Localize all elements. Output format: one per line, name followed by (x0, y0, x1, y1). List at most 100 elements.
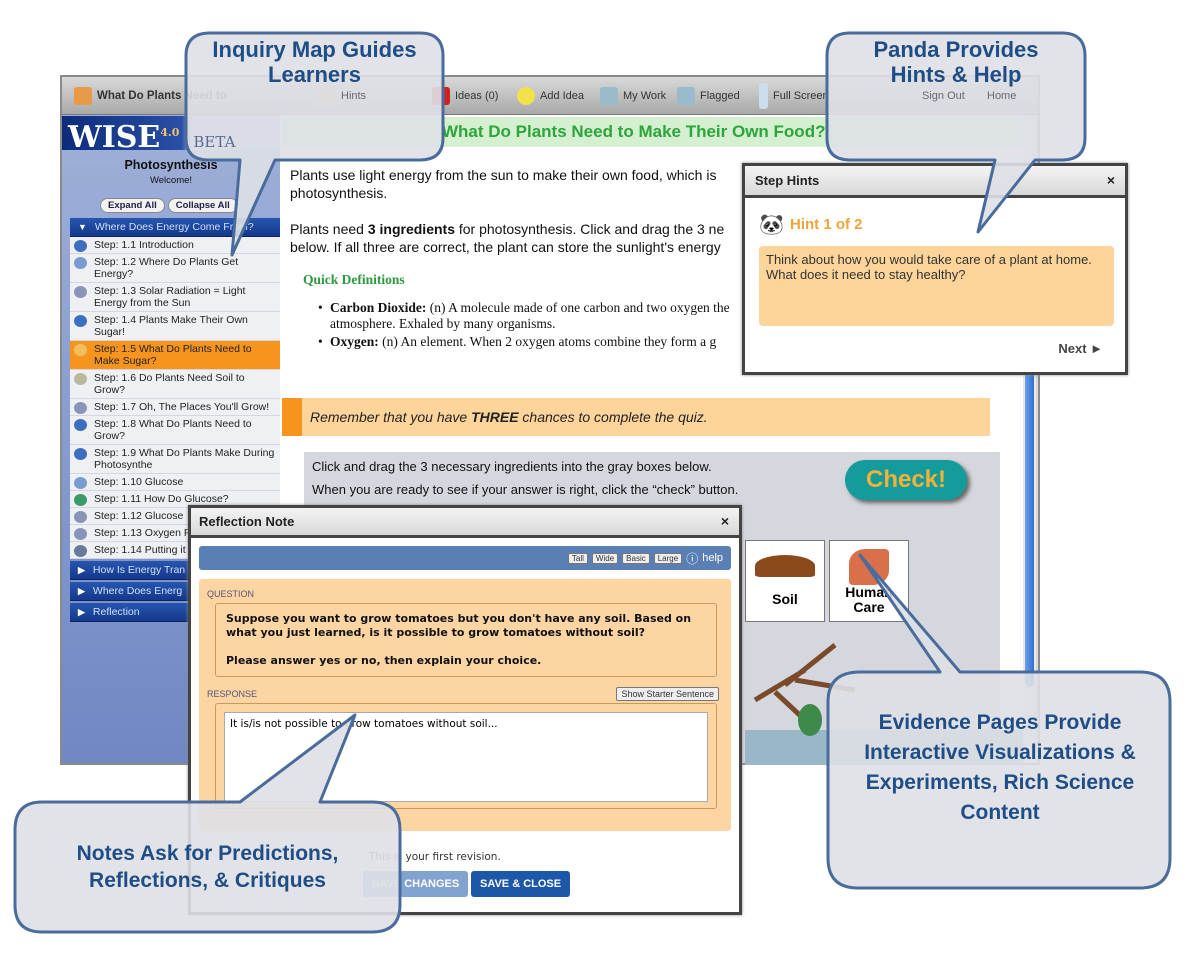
step-label: Step: 1.12 Glucose (94, 510, 184, 522)
ingredient-soil[interactable]: Soil (745, 540, 825, 622)
dialog-title: Reflection Note (199, 514, 295, 529)
save-and-close-button[interactable]: SAVE & CLOSE (471, 871, 571, 897)
step-type-icon (74, 545, 87, 557)
evidence-callout-text: Evidence Pages Provide Interactive Visua… (864, 711, 1136, 824)
project-title: Photosynthesis (124, 158, 218, 172)
step-item[interactable]: Step: 1.10 Glucose (70, 474, 280, 491)
collapsed-triangle-icon: ▶ (78, 565, 85, 575)
step-label: Step: 1.7 Oh, The Places You'll Grow! (94, 401, 270, 413)
step-type-icon (74, 344, 87, 356)
inquiry-callout-text: Inquiry Map Guides Learners (212, 37, 417, 87)
collapse-all-button[interactable]: Collapse All (167, 198, 238, 213)
definition-carbon-dioxide: Carbon Dioxide: (n) A molecule made of o… (318, 300, 760, 332)
expand-all-button[interactable]: Expand All (100, 198, 165, 213)
note-toolbar: Tall Wide Basic Large ⓘ help (199, 546, 731, 570)
step-item[interactable]: Step: 1.2 Where Do Plants Get Energy? (70, 254, 280, 283)
step-item[interactable]: Step: 1.9 What Do Plants Make During Pho… (70, 445, 280, 474)
hint-text: Think about how you would take care of a… (759, 246, 1114, 326)
response-textarea[interactable]: It is/is not possible to grow tomatoes w… (224, 712, 708, 802)
step-label: Step: 1.3 Solar Radiation = Light Energy… (94, 285, 246, 309)
step-label: Step: 1.5 What Do Plants Need to Make Su… (94, 343, 252, 367)
my-work-button[interactable]: My Work (600, 77, 666, 115)
size-basic-button[interactable]: Basic (622, 552, 650, 564)
collapsed-triangle-icon: ▶ (78, 607, 85, 617)
activity-instruction-1: Click and drag the 3 necessary ingredien… (312, 459, 712, 474)
hint-heading: Hint 1 of 2 (790, 216, 863, 233)
show-starter-sentence-button[interactable]: Show Starter Sentence (616, 687, 719, 701)
welcome-text: Welcome! (149, 175, 193, 186)
quiz-reminder: Remember that you have THREE chances to … (282, 398, 990, 436)
dialog-title: Step Hints (755, 173, 820, 188)
documents-icon (600, 87, 618, 105)
response-frame: It is/is not possible to grow tomatoes w… (215, 703, 717, 809)
expanded-triangle-icon: ▼ (78, 222, 87, 232)
response-label: RESPONSE (207, 689, 258, 699)
expand-collapse-group: Expand All Collapse All (100, 198, 238, 213)
size-tall-button[interactable]: Tall (567, 552, 588, 564)
step-label: Step: 1.8 What Do Plants Need to Grow? (94, 418, 252, 442)
step-type-icon (74, 315, 87, 327)
step-item[interactable]: Step: 1.3 Solar Radiation = Light Energy… (70, 283, 280, 312)
documents-icon (677, 87, 695, 105)
add-idea-button[interactable]: Add Idea (517, 77, 584, 115)
activity-label: How Is Energy Tran (92, 564, 186, 576)
step-label: Step: 1.6 Do Plants Need Soil to Grow? (94, 372, 245, 396)
full-screen-button[interactable]: Full Screen (759, 77, 829, 115)
quick-definitions-heading: Quick Definitions (303, 272, 405, 287)
step-item[interactable]: Step: 1.7 Oh, The Places You'll Grow! (70, 399, 280, 416)
question-text: Suppose you want to grow tomatoes but yo… (215, 603, 717, 677)
step-hints-dialog: Step Hints × 🐼 Hint 1 of 2 Think about ho… (742, 163, 1128, 375)
step-type-icon (74, 373, 87, 385)
activity-instruction-2: When you are ready to see if your answer… (312, 482, 739, 497)
next-hint-button[interactable]: Next ► (1058, 341, 1103, 356)
help-icon[interactable]: ⓘ (686, 550, 698, 567)
step-type-icon (74, 257, 87, 269)
trash-icon (432, 87, 450, 105)
step-label: Step: 1.4 Plants Make Their Own Sugar! (94, 314, 248, 338)
panda-callout-text: Panda Provides Hints & Help (873, 37, 1039, 87)
size-wide-button[interactable]: Wide (591, 552, 619, 564)
step-type-icon (74, 402, 87, 414)
step-label: Step: 1.11 How Do Glucose? (94, 493, 229, 505)
fullscreen-icon (759, 83, 768, 109)
step-type-icon (74, 240, 87, 252)
note-panel: QUESTION Suppose you want to grow tomato… (199, 579, 731, 831)
size-large-button[interactable]: Large (653, 552, 683, 564)
step-title: What Do Plants Need to Make Their Own Fo… (282, 117, 1023, 147)
project-icon (74, 87, 92, 105)
flagged-button[interactable]: Flagged (677, 77, 740, 115)
step-item[interactable]: Step: 1.8 What Do Plants Need to Grow? (70, 416, 280, 445)
step-label: Step: 1.10 Glucose (94, 476, 184, 488)
step-type-icon (74, 528, 87, 540)
lightbulb-icon (517, 87, 535, 105)
step-item[interactable]: Step: 1.1 Introduction (70, 237, 280, 254)
help-link[interactable]: help (702, 552, 723, 564)
scrollbar-thumb[interactable] (1025, 367, 1034, 687)
step-type-icon (74, 286, 87, 298)
step-item[interactable]: Step: 1.4 Plants Make Their Own Sugar! (70, 312, 280, 341)
step-item[interactable]: Step: 1.5 What Do Plants Need to Make Su… (70, 341, 280, 370)
activity-header[interactable]: ▼ Where Does Energy Come From? (70, 218, 280, 237)
collapsed-triangle-icon: ▶ (78, 586, 85, 596)
definition-oxygen: Oxygen: (n) An element. When 2 oxygen at… (318, 334, 760, 350)
step-type-icon (74, 511, 87, 523)
notes-callout-text: Notes Ask for Predictions, Reflections, … (76, 842, 339, 892)
soil-icon (755, 555, 815, 577)
step-item[interactable]: Step: 1.6 Do Plants Need Soil to Grow? (70, 370, 280, 399)
instructions-paragraph: Plants need 3 ingredients for photosynth… (290, 221, 725, 255)
step-type-icon (74, 419, 87, 431)
question-label: QUESTION (207, 589, 255, 599)
close-icon[interactable]: × (1107, 166, 1115, 195)
check-button[interactable]: Check! (845, 460, 967, 500)
star-icon (318, 87, 336, 105)
intro-paragraph: Plants use light energy from the sun to … (290, 167, 717, 201)
activity-label: Where Does Energ (92, 585, 183, 597)
hand-plant-icon (849, 549, 889, 585)
ingredient-human-care[interactable]: Human Care (829, 540, 909, 622)
close-icon[interactable]: × (721, 508, 729, 535)
activity-label: Reflection (92, 606, 140, 618)
step-type-icon (74, 477, 87, 489)
panda-icon: 🐼 (759, 214, 784, 236)
wise-logo: WISE4.0BETA (62, 116, 280, 155)
step-type-icon (74, 494, 87, 506)
